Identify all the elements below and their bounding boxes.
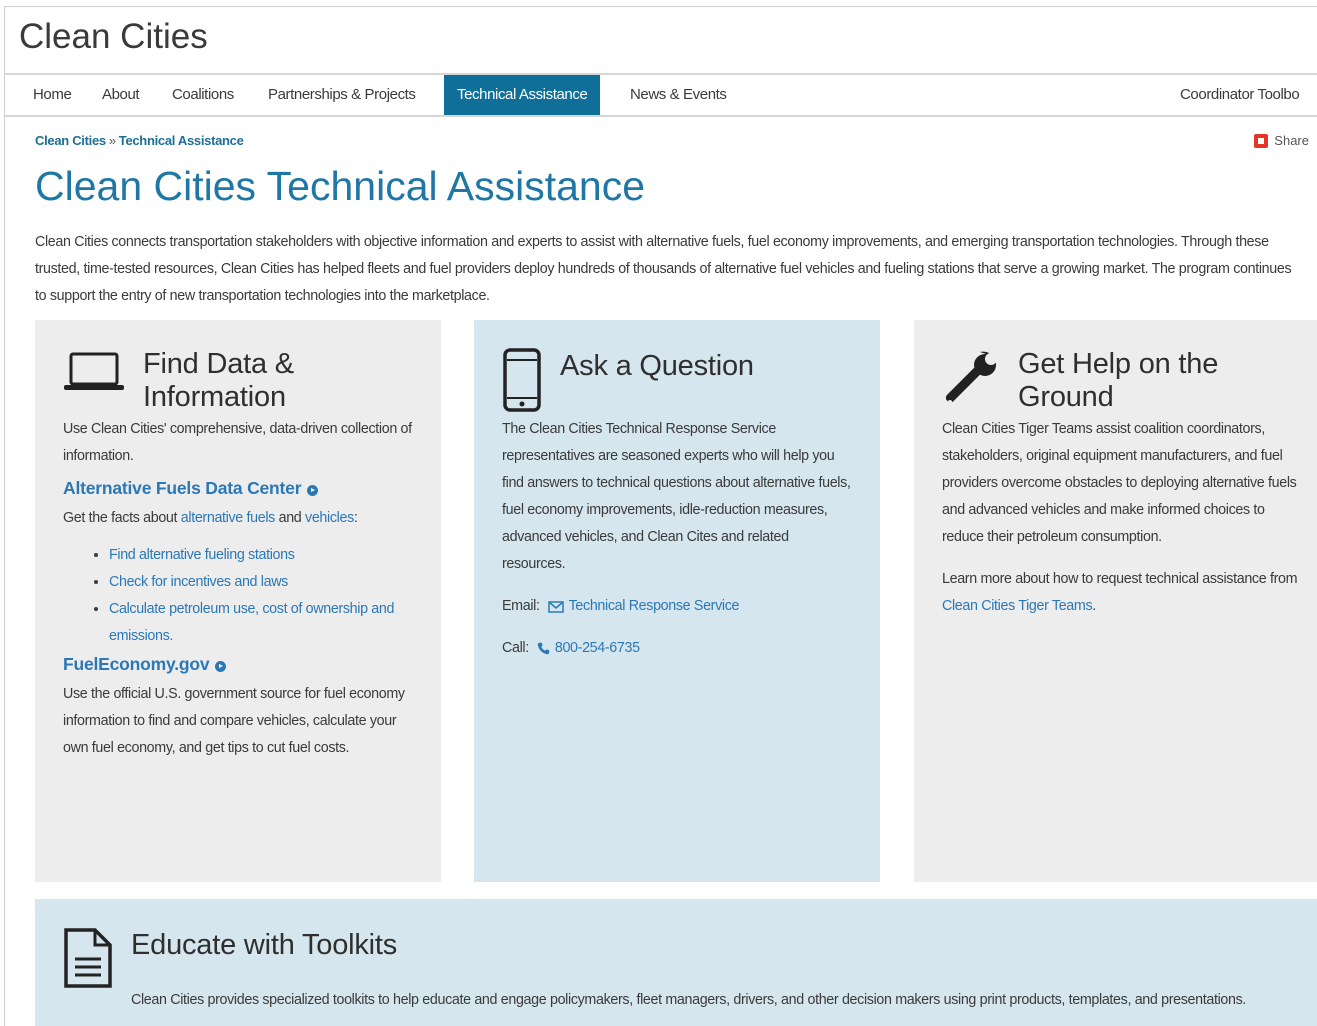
ask-description: The Clean Cities Technical Response Serv… <box>502 421 851 572</box>
section-toolkits: Educate with Toolkits Clean Cities provi… <box>35 899 1317 1026</box>
afdc-link[interactable]: Alternative Fuels Data Center <box>63 478 413 499</box>
help-more-post: . <box>1092 598 1096 614</box>
vehicles-link[interactable]: vehicles <box>305 510 354 526</box>
afdc-text-post: : <box>353 510 358 526</box>
document-icon <box>64 928 112 988</box>
envelope-icon <box>547 600 564 613</box>
wrench-icon <box>945 351 997 404</box>
email-label: Email: <box>502 598 540 614</box>
list-item: Check for incentives and laws <box>109 569 413 596</box>
card-title-get-help: Get Help on the Ground <box>1018 348 1219 413</box>
share-icon <box>1254 133 1269 148</box>
toolkits-title: Educate with Toolkits <box>131 929 398 961</box>
nav-partnerships-projects[interactable]: Partnerships & Projects <box>268 75 416 115</box>
laptop-icon <box>64 352 124 390</box>
card-title-find-data: Find Data & Information <box>143 348 294 413</box>
card-get-help: Get Help on the Ground Clean Cities Tige… <box>914 320 1317 882</box>
card-title-ask-question: Ask a Question <box>560 350 754 382</box>
nav-news-events[interactable]: News & Events <box>630 75 727 115</box>
phone-number[interactable]: 800-254-6735 <box>555 635 640 662</box>
list-item: Find alternative fueling stations <box>109 542 413 569</box>
afdc-text-pre: Get the facts about <box>63 510 181 526</box>
help-description: Clean Cities Tiger Teams assist coalitio… <box>942 421 1297 545</box>
nav-home[interactable]: Home <box>33 75 72 115</box>
breadcrumb-technical-assistance[interactable]: Technical Assistance <box>119 133 244 148</box>
fueleconomy-description: Use the official U.S. government source … <box>63 686 405 756</box>
toolkits-description: Clean Cities provides specialized toolki… <box>131 992 1247 1008</box>
nav-about[interactable]: About <box>102 75 140 115</box>
afdc-description: Get the facts about alternative fuels an… <box>63 505 413 532</box>
mobile-phone-icon <box>503 348 541 412</box>
afdc-title[interactable]: Alternative Fuels Data Center <box>63 478 302 499</box>
share-button[interactable]: Share <box>1254 133 1309 148</box>
fueleconomy-link[interactable]: FuelEconomy.gov <box>63 654 413 675</box>
breadcrumb: Clean Cities» Technical Assistance <box>35 133 244 148</box>
page-title: Clean Cities Technical Assistance <box>35 163 645 209</box>
call-row: Call: 800-254-6735 <box>502 635 852 662</box>
help-more: Learn more about how to request technica… <box>942 566 1306 620</box>
calculate-petroleum-link[interactable]: Calculate petroleum use, cost of ownersh… <box>109 601 394 644</box>
technical-response-link-text[interactable]: Technical Response Service <box>569 593 740 620</box>
telephone-icon <box>537 642 550 655</box>
card-find-data: Find Data & Information Use Clean Cities… <box>35 320 441 882</box>
page-frame: Clean Cities Home About Coalitions Partn… <box>4 6 1317 1026</box>
share-label: Share <box>1274 133 1309 148</box>
call-label: Call: <box>502 640 529 656</box>
afdc-tools-list: Find alternative fueling stations Check … <box>63 542 413 650</box>
breadcrumb-separator: » <box>108 133 116 148</box>
find-data-intro: Use Clean Cities' comprehensive, data-dr… <box>63 421 412 464</box>
find-stations-link[interactable]: Find alternative fueling stations <box>109 547 295 563</box>
incentives-laws-link[interactable]: Check for incentives and laws <box>109 574 288 590</box>
nav-technical-assistance[interactable]: Technical Assistance <box>444 75 601 115</box>
arrow-circle-icon <box>307 484 319 496</box>
phone-link[interactable]: 800-254-6735 <box>537 635 640 662</box>
nav-coordinator-toolbox[interactable]: Coordinator Toolbo <box>1180 75 1300 115</box>
site-title[interactable]: Clean Cities <box>19 17 208 57</box>
main-nav: Home About Coalitions Partnerships & Pro… <box>5 75 1317 117</box>
technical-response-email-link[interactable]: Technical Response Service <box>547 593 740 620</box>
tiger-teams-link[interactable]: Clean Cities Tiger Teams <box>942 598 1093 614</box>
site-header: Clean Cities <box>5 7 1317 75</box>
fueleconomy-title[interactable]: FuelEconomy.gov <box>63 654 210 675</box>
arrow-circle-icon <box>215 660 227 672</box>
breadcrumb-clean-cities[interactable]: Clean Cities <box>35 133 106 148</box>
intro-paragraph: Clean Cities connects transportation sta… <box>35 234 1292 304</box>
alternative-fuels-link[interactable]: alternative fuels <box>181 510 276 526</box>
afdc-text-mid: and <box>274 510 306 526</box>
list-item: Calculate petroleum use, cost of ownersh… <box>109 596 413 650</box>
help-more-pre: Learn more about how to request technica… <box>942 571 1298 587</box>
card-ask-question: Ask a Question The Clean Cities Technica… <box>474 320 880 882</box>
email-row: Email: Technical Response Service <box>502 593 852 620</box>
nav-coalitions[interactable]: Coalitions <box>172 75 234 115</box>
